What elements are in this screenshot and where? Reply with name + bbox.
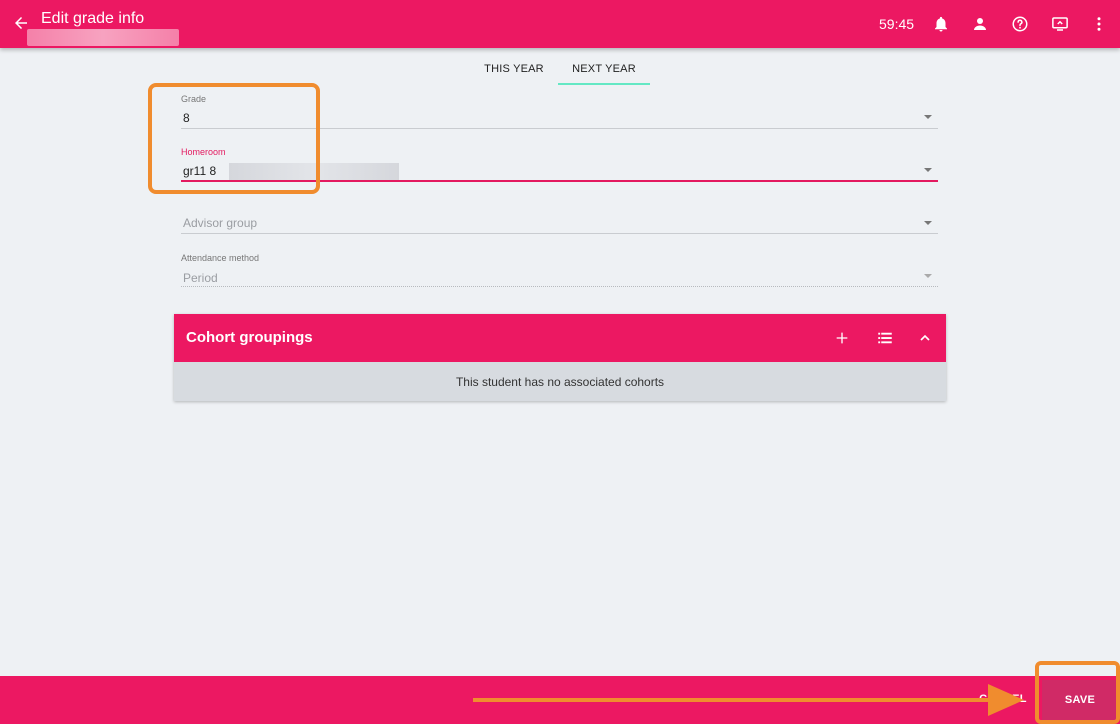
advisor-group-select[interactable]: Advisor group (181, 210, 938, 235)
homeroom-label: Homeroom (181, 147, 226, 157)
session-timer: 59:45 (879, 16, 915, 32)
profile-button[interactable] (968, 12, 992, 36)
attendance-method-value: Period (183, 271, 218, 285)
add-cohort-button[interactable] (830, 326, 854, 350)
homeroom-select[interactable]: Homeroom gr11 8 (181, 147, 938, 183)
advisor-group-placeholder: Advisor group (183, 216, 258, 230)
advisor-underline (181, 233, 938, 234)
page-title: Edit grade info (41, 10, 145, 27)
homeroom-underline (181, 180, 938, 182)
dropdown-arrow-icon (924, 221, 932, 225)
display-button[interactable] (1048, 12, 1072, 36)
help-button[interactable] (1008, 12, 1032, 36)
cohort-groupings-title: Cohort groupings (186, 329, 313, 346)
redacted-homeroom-detail (229, 163, 399, 180)
more-vert-icon (1097, 17, 1101, 31)
tab-this-year[interactable]: THIS YEAR (478, 52, 550, 85)
homeroom-value: gr11 8 (183, 164, 217, 178)
app-bar: Edit grade info 59:45 (0, 0, 1120, 48)
plus-icon (836, 332, 848, 344)
active-tab-indicator (558, 83, 650, 85)
list-icon (878, 332, 892, 344)
grade-underline (181, 128, 938, 129)
monitor-icon (1052, 17, 1068, 31)
attendance-method-label: Attendance method (181, 253, 260, 263)
annotation-arrow-head (988, 684, 1024, 716)
redacted-student-name (27, 29, 179, 46)
cohort-empty-message: This student has no associated cohorts (174, 362, 946, 401)
grade-select[interactable]: Grade 8 (181, 94, 938, 130)
grade-label: Grade (181, 94, 207, 104)
attendance-method-select: Attendance method Period (181, 253, 938, 289)
dropdown-arrow-icon (924, 115, 932, 119)
list-cohorts-button[interactable] (873, 326, 897, 350)
help-icon (1012, 16, 1028, 32)
dropdown-arrow-icon (924, 168, 932, 172)
cohort-groupings-header: Cohort groupings (174, 314, 946, 362)
chevron-up-icon (920, 334, 930, 341)
tab-next-year[interactable]: NEXT YEAR (558, 52, 650, 85)
grade-value: 8 (183, 111, 190, 125)
person-icon (974, 18, 986, 30)
collapse-cohorts-button[interactable] (913, 326, 937, 350)
save-button[interactable]: SAVE (1042, 680, 1118, 720)
bell-icon (935, 16, 947, 32)
cohort-groupings-card: Cohort groupings This student has no ass… (174, 314, 946, 401)
notifications-button[interactable] (929, 12, 953, 36)
attendance-underline (181, 286, 938, 287)
dropdown-arrow-icon (924, 274, 932, 278)
more-options-button[interactable] (1087, 12, 1111, 36)
annotation-arrow-line (473, 698, 993, 702)
